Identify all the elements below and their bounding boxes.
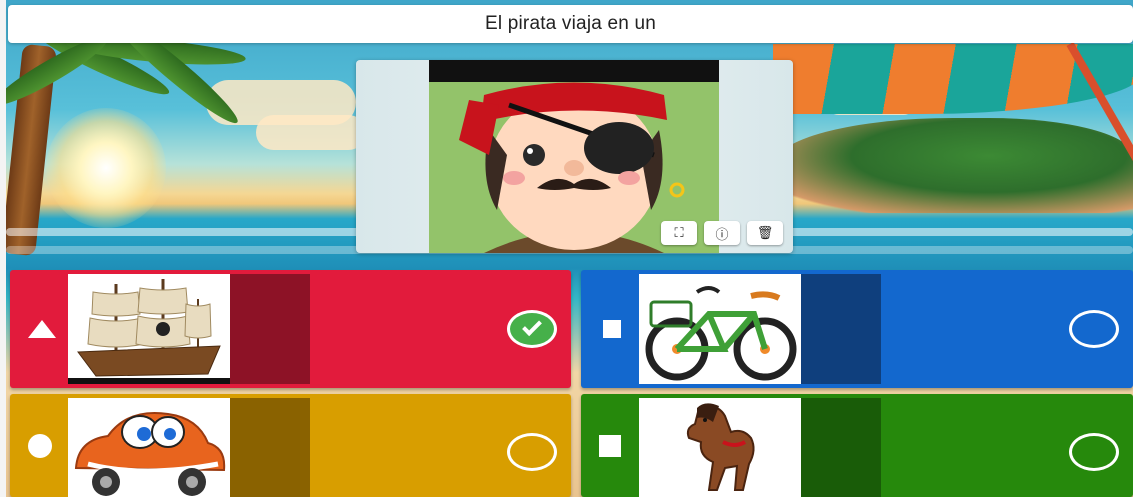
answer-option-green[interactable] [581, 394, 1133, 497]
correct-check-icon [507, 310, 557, 348]
answer-option-red[interactable] [10, 270, 571, 388]
media-toolbar: ⛶ ⓘ 🗑 [661, 221, 783, 245]
diamond-icon [603, 320, 621, 338]
question-bar: El pirata viaja en un [8, 5, 1133, 43]
car-image [68, 398, 230, 497]
answer-image-area [639, 398, 881, 497]
answer-option-blue[interactable] [581, 270, 1133, 388]
image-shade [801, 398, 881, 497]
image-shade [230, 398, 310, 497]
answer-select-circle-icon [1069, 433, 1119, 471]
horse-image [639, 398, 801, 497]
answer-select-circle-icon [1069, 310, 1119, 348]
delete-icon[interactable]: 🗑 [747, 221, 783, 245]
answer-option-yellow[interactable] [10, 394, 571, 497]
answer-image-area [68, 274, 310, 384]
circle-icon [28, 433, 52, 458]
question-media-card: ⛶ ⓘ 🗑 [356, 60, 793, 253]
answer-image-area [639, 274, 881, 384]
square-icon [599, 434, 621, 457]
triangle-icon [28, 320, 56, 338]
info-icon[interactable]: ⓘ [704, 221, 740, 245]
cloud [256, 115, 366, 150]
answer-select-circle-icon [507, 433, 557, 471]
image-shade [801, 274, 881, 384]
island [773, 118, 1133, 213]
crop-icon[interactable]: ⛶ [661, 221, 697, 245]
pirate-ship-image [68, 274, 230, 384]
image-shade [230, 274, 310, 384]
answer-image-area [68, 398, 310, 497]
bicycle-image [639, 274, 801, 384]
question-text: El pirata viaja en un [484, 13, 657, 34]
sun [46, 108, 166, 228]
